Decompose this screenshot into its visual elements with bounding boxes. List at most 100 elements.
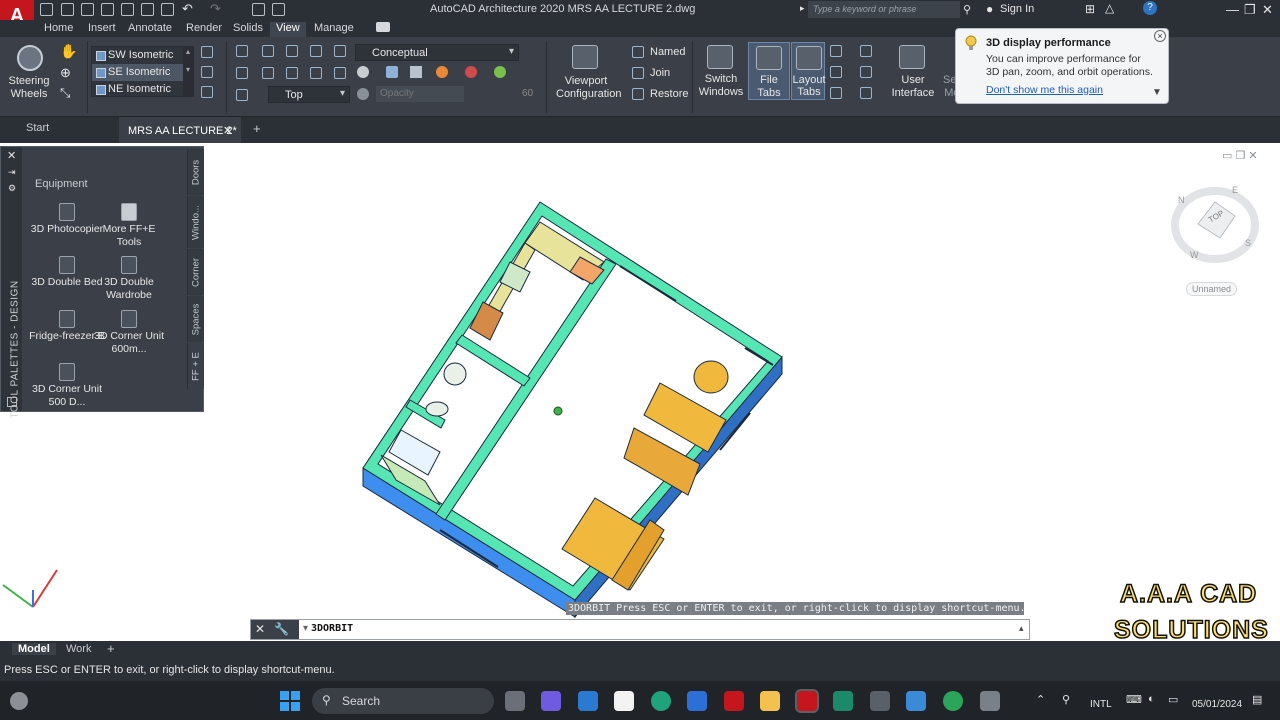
ucs-face-icon[interactable] [286,67,298,79]
ucs-origin-icon[interactable] [236,67,248,79]
user-interface-icon[interactable] [899,45,925,69]
web-mobile-icon[interactable] [121,3,134,16]
autocad-active-icon[interactable] [795,689,819,713]
ucs-world-icon[interactable] [262,45,274,57]
tray-icon[interactable]: ⚲ [1062,693,1070,706]
backgrounds-icon[interactable] [410,66,422,78]
ucs-3point-icon[interactable] [262,67,274,79]
tray-overflow-icon[interactable]: ⌃ [1036,693,1045,706]
viewport-controls[interactable]: ▭ ❐ ✕ [1222,149,1258,162]
layout-tabs-toggle[interactable]: Layout Tabs [791,42,826,100]
battery-icon[interactable]: ▭ [1168,693,1178,706]
view-manager-icon[interactable] [201,46,213,58]
tab-manage[interactable]: Manage [308,22,360,37]
xray-icon[interactable] [357,88,369,100]
mail-icon[interactable] [578,691,598,711]
dropbox-icon[interactable] [687,691,707,711]
network-icon[interactable]: ⌨ [1126,693,1142,706]
pan-icon[interactable]: ✋ [60,43,77,60]
switch-windows-icon[interactable] [707,45,733,69]
view-camera-icon[interactable] [201,86,213,98]
share-icon[interactable] [252,3,265,16]
windows-start-icon[interactable] [280,691,300,711]
minimize-icon[interactable]: — [1226,2,1239,17]
input-language[interactable]: INTL [1090,699,1112,710]
join-button[interactable]: Join [650,67,670,80]
view-se-isometric[interactable]: SE Isometric [92,64,193,81]
app-icon[interactable] [980,691,1000,711]
orbit-icon[interactable]: ⊕ [60,65,71,81]
palette-grid-icon[interactable] [7,397,17,407]
taskbar-search[interactable]: ⚲ Search [312,688,494,714]
close-icon[interactable]: ✕ [1262,2,1273,18]
app-icon[interactable] [833,691,853,711]
amazon-icon[interactable] [614,691,634,711]
cascade-icon[interactable] [830,87,842,99]
command-line[interactable]: ✕ 🔧 ▾ 3DORBIT ▴ [250,619,1030,640]
ucs-object-icon[interactable] [310,67,322,79]
ribbon-options-icon[interactable] [376,22,390,32]
compass-north[interactable]: N [1178,195,1185,205]
named-button[interactable]: Named [650,46,685,59]
tool-more-ffe[interactable]: More FF+E Tools [91,203,167,249]
tab-drawing-active[interactable]: MRS AA LECTURE 2* ✕ [119,117,241,143]
palette-tab-doors[interactable]: Doors [187,149,204,195]
tab-annotate[interactable]: Annotate [122,22,178,37]
tab-start[interactable]: Start [26,122,49,134]
new-icon[interactable] [40,3,53,16]
viewcube[interactable]: TOP N E S W [1170,180,1260,270]
undo-icon[interactable]: ↶ [182,1,193,17]
edge-icon[interactable] [651,691,671,711]
autocad-icon[interactable] [724,691,744,711]
close-icon[interactable]: ✕ [255,622,265,636]
notifications-icon[interactable]: ▤ [1252,693,1262,706]
weather-icon[interactable] [10,692,28,710]
toolbars-icon[interactable] [860,45,872,57]
zoom-extents-icon[interactable]: ⤡ [60,85,70,101]
switch-windows-button[interactable]: Switch Windows [698,73,744,99]
tab-model[interactable]: Model [12,643,56,655]
named-views-icon[interactable] [201,66,213,78]
visual-style-dropdown[interactable]: Conceptual [355,44,519,61]
ucs-z-icon[interactable] [334,45,346,57]
file-explorer-icon[interactable] [760,691,780,711]
compass-south[interactable]: S [1245,238,1251,248]
expand-history-icon[interactable]: ▴ [1019,623,1024,634]
search-expand-icon[interactable]: ▸ [800,3,805,14]
view-sw-isometric[interactable]: SW Isometric [92,47,193,64]
restore-button[interactable]: Restore [650,88,689,101]
opacity-value[interactable]: 60 [522,88,533,99]
steering-wheels-label[interactable]: Steering Wheels [6,75,52,101]
view-direction-dropdown[interactable]: Top [268,86,350,103]
join-viewports-icon[interactable] [632,67,644,79]
user-interface-button[interactable]: User Interface [888,74,938,100]
steering-wheel-icon[interactable] [17,45,43,71]
compass-west[interactable]: W [1190,250,1199,260]
dont-show-again-link[interactable]: Don't show me this again [986,84,1103,96]
tool-3d-double-wardrobe[interactable]: 3D Double Wardrobe [91,256,167,302]
ucs-y-icon[interactable] [310,45,322,57]
tile-horizontal-icon[interactable] [830,45,842,57]
new-tab-icon[interactable]: + [253,121,261,136]
properties-icon[interactable] [860,87,872,99]
task-view-icon[interactable] [505,691,525,711]
cart-icon[interactable]: ⊞ [1085,2,1095,16]
compass-east[interactable]: E [1232,185,1238,195]
app-icon[interactable] [906,691,926,711]
exchange-icon[interactable]: △ [1105,1,1114,15]
named-viewports-icon[interactable] [632,46,644,58]
file-tabs-toggle[interactable]: File Tabs [748,42,790,100]
close-icon[interactable]: ✕ [7,149,16,162]
tab-view[interactable]: View [270,22,306,37]
face-style-icon[interactable] [386,66,398,78]
palette-tab-windows[interactable]: Windo... [187,196,204,248]
tab-home[interactable]: Home [38,22,79,37]
shadows-icon[interactable] [465,66,477,78]
open-icon[interactable] [61,3,74,16]
chevron-down-icon[interactable]: ▼ [1152,87,1162,98]
add-layout-icon[interactable]: + [101,641,121,656]
binoculars-icon[interactable]: ⚲ [963,3,971,16]
ucs-icon[interactable] [236,45,248,57]
ucs-view-icon[interactable] [334,67,346,79]
redo-icon[interactable]: ↷ [210,1,221,17]
